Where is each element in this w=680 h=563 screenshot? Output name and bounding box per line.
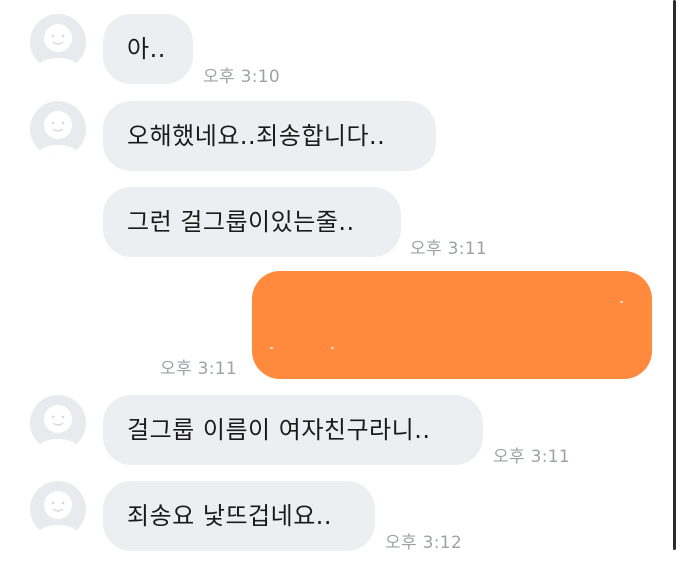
message-timestamp: 오후 3:11 [160, 359, 237, 379]
message-bubble[interactable]: 아.. [103, 14, 193, 84]
redaction-artifact [270, 347, 273, 349]
message-text: 아.. [127, 35, 166, 63]
message-bubble[interactable]: 죄송요 낯뜨겁네요.. [103, 481, 375, 551]
message-timestamp: 오후 3:10 [203, 67, 280, 87]
redaction-artifact [331, 347, 334, 349]
default-profile-icon [36, 24, 80, 70]
default-profile-icon [36, 405, 80, 451]
default-profile-icon [36, 111, 80, 157]
message-text: 그런 걸그룹이있는줄.. [127, 208, 355, 236]
avatar[interactable] [30, 101, 86, 157]
message-timestamp: 오후 3:11 [410, 239, 487, 259]
message-text: 죄송요 낯뜨겁네요.. [127, 502, 333, 530]
redaction-artifact [620, 301, 623, 303]
message-bubble[interactable]: 그런 걸그룹이있는줄.. [103, 187, 401, 257]
message-bubble[interactable]: 오해했네요..죄송합니다.. [103, 101, 436, 171]
avatar[interactable] [30, 14, 86, 70]
message-text: 걸그룹 이름이 여자친구라니.. [127, 416, 431, 444]
scrollbar-thumb[interactable] [673, 0, 676, 550]
message-timestamp: 오후 3:12 [385, 533, 462, 553]
message-timestamp: 오후 3:11 [493, 447, 570, 467]
message-text: 오해했네요..죄송합니다.. [127, 122, 386, 150]
message-bubble[interactable]: 걸그룹 이름이 여자친구라니.. [103, 395, 483, 465]
sent-message-bubble-redacted[interactable] [252, 271, 652, 379]
default-profile-icon [36, 491, 80, 537]
avatar[interactable] [30, 395, 86, 451]
scrollbar[interactable] [672, 0, 680, 563]
avatar[interactable] [30, 481, 86, 537]
